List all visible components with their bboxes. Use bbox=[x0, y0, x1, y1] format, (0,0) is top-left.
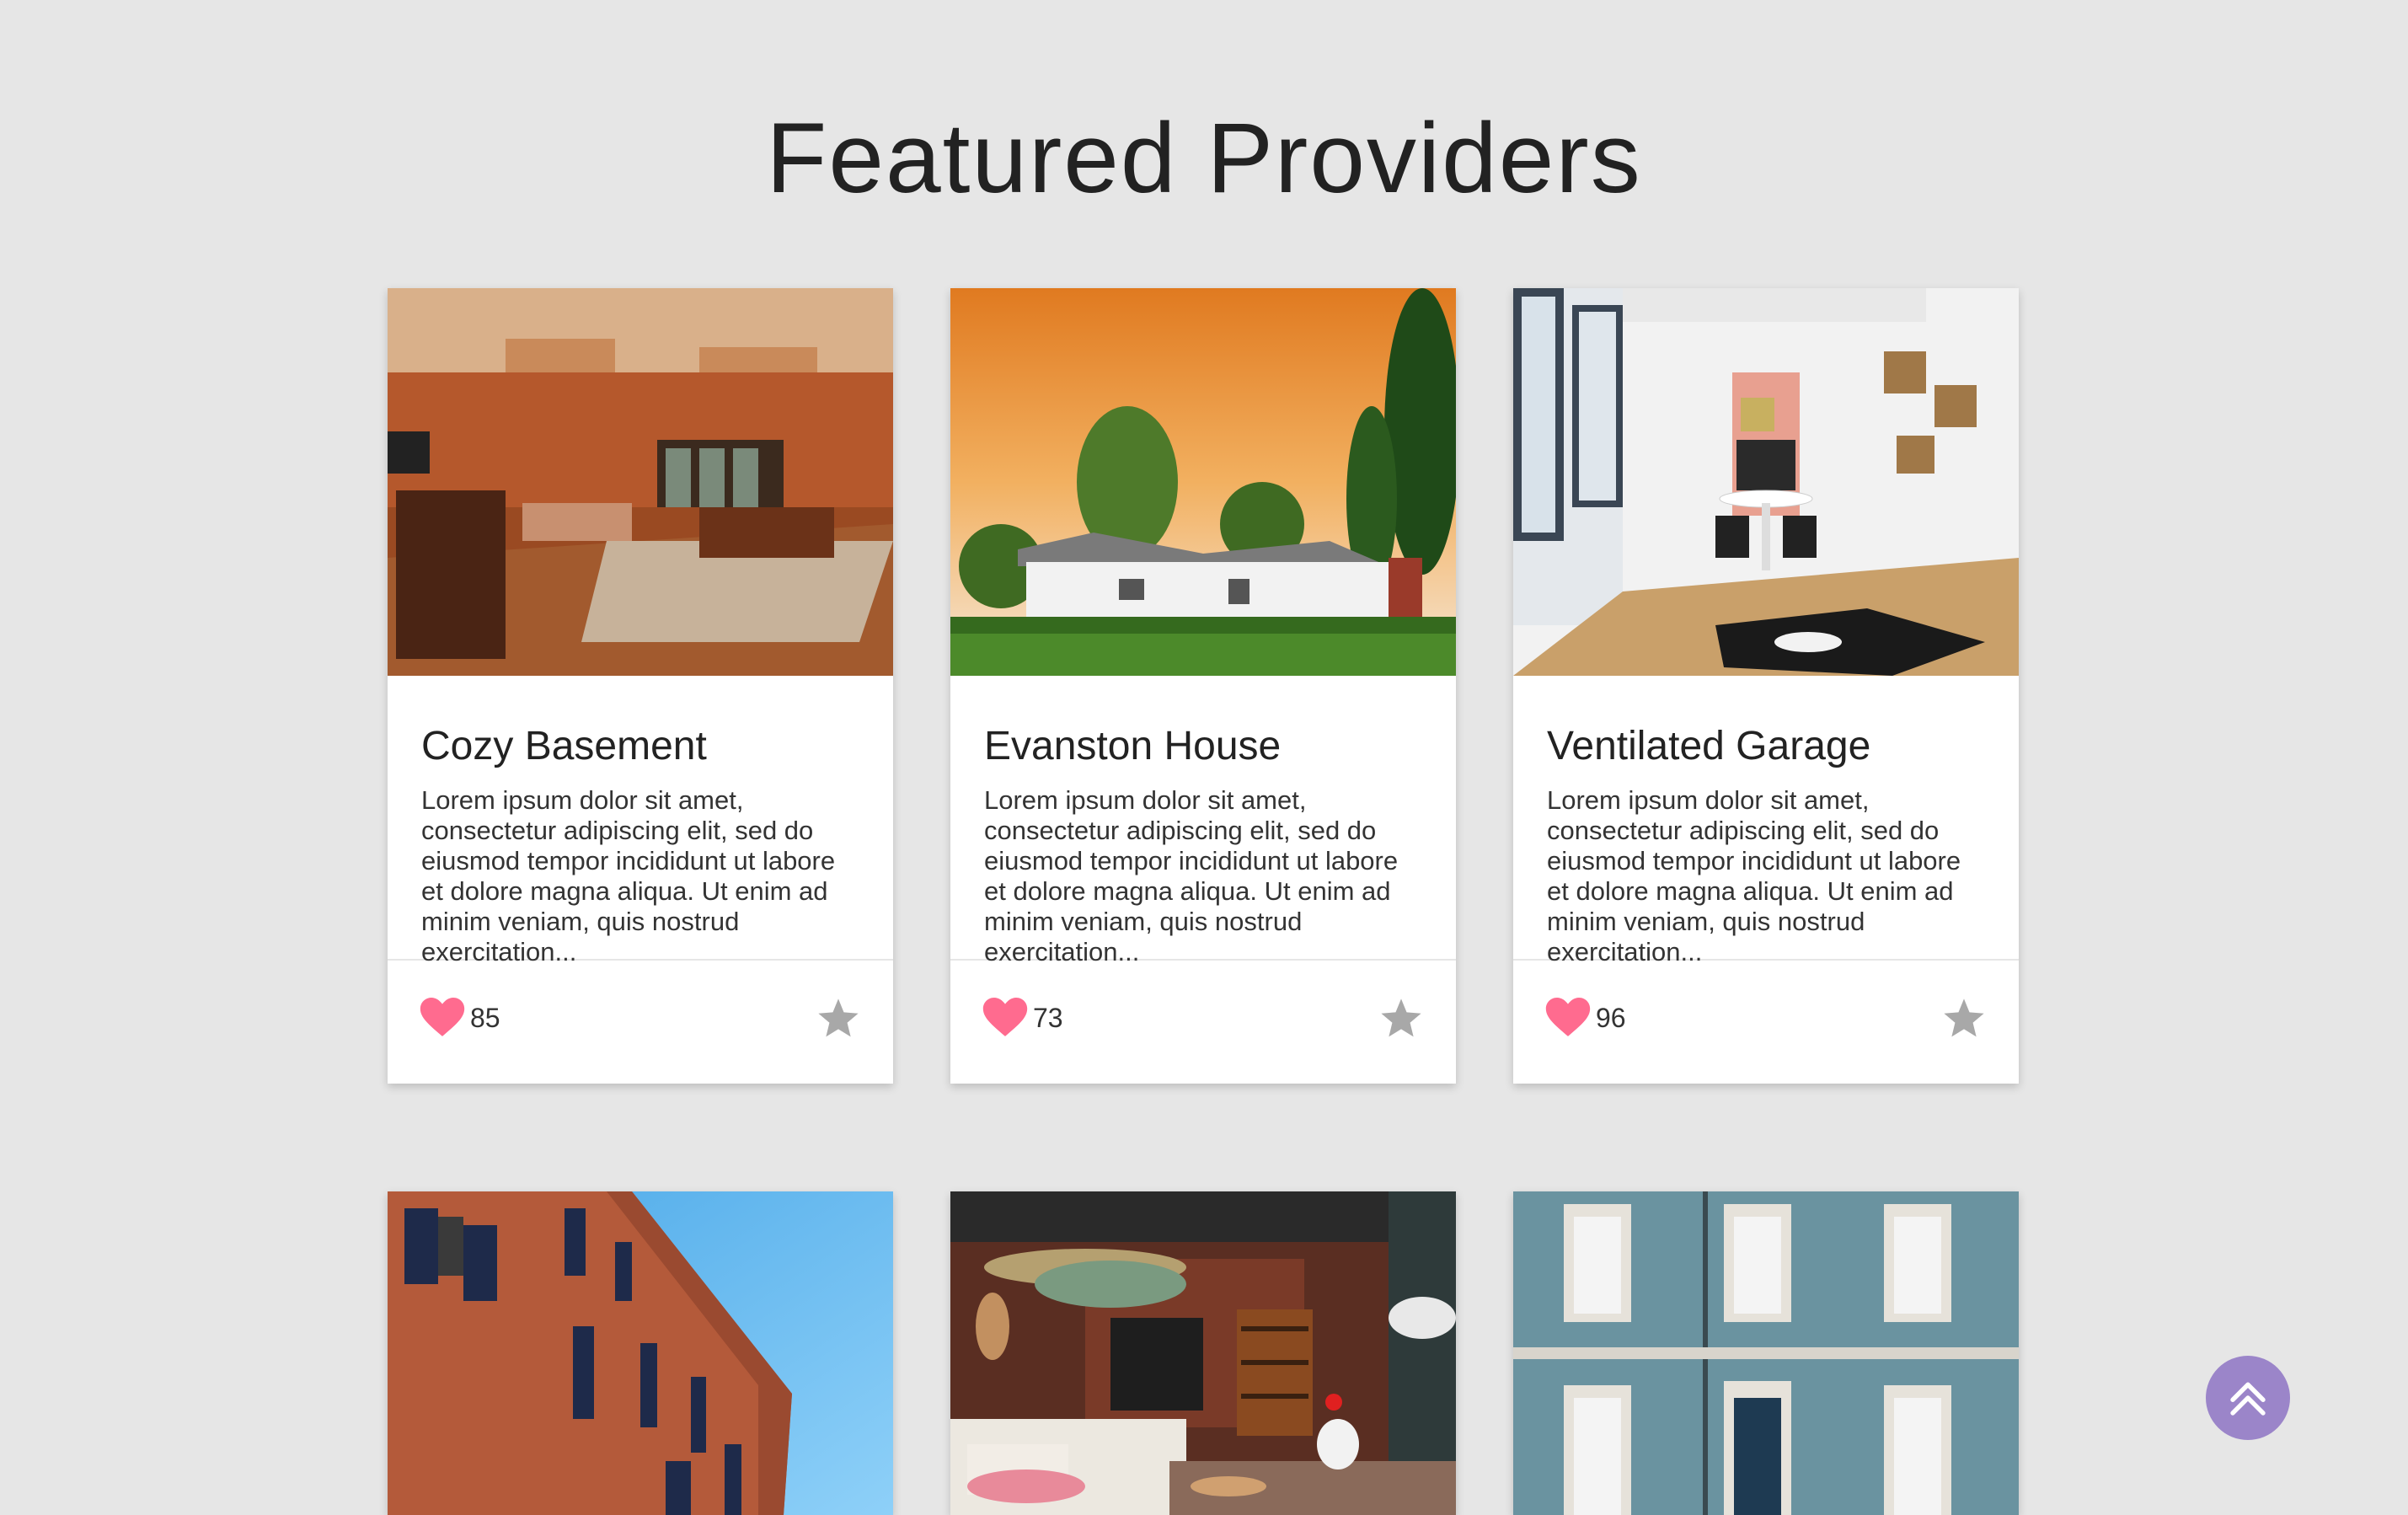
like-button[interactable]: 96 bbox=[1545, 998, 1626, 1038]
provider-card[interactable]: Ventilated Garage Lorem ipsum dolor sit … bbox=[1513, 288, 2019, 1084]
page-title: Featured Providers bbox=[766, 103, 1642, 214]
card-image-basement[interactable] bbox=[388, 288, 893, 676]
card-body: Evanston House Lorem ipsum dolor sit ame… bbox=[950, 676, 1456, 966]
card-image-loft-living-room[interactable] bbox=[950, 1191, 1456, 1515]
card-title: Cozy Basement bbox=[421, 724, 707, 768]
card-footer: 73 bbox=[950, 961, 1456, 1084]
scroll-to-top-button[interactable] bbox=[2206, 1356, 2290, 1440]
card-image-blue-tiled-facade[interactable] bbox=[1513, 1191, 2019, 1515]
page: Featured Providers Cozy Basement Lorem i… bbox=[0, 0, 2408, 1515]
provider-card[interactable]: Cozy Basement Lorem ipsum dolor sit amet… bbox=[388, 288, 893, 1084]
provider-card[interactable] bbox=[950, 1191, 1456, 1515]
card-title: Evanston House bbox=[984, 724, 1282, 768]
provider-card[interactable] bbox=[388, 1191, 893, 1515]
favorite-button[interactable] bbox=[1941, 996, 1987, 1041]
star-icon bbox=[818, 998, 859, 1037]
card-body: Ventilated Garage Lorem ipsum dolor sit … bbox=[1513, 676, 2019, 966]
provider-card[interactable] bbox=[1513, 1191, 2019, 1515]
card-image-terracotta-building[interactable] bbox=[388, 1191, 893, 1515]
like-count: 96 bbox=[1596, 1002, 1626, 1033]
double-chevron-up-icon bbox=[2230, 1382, 2266, 1416]
heart-icon bbox=[420, 998, 465, 1036]
card-body: Cozy Basement Lorem ipsum dolor sit amet… bbox=[388, 676, 893, 966]
star-icon bbox=[1944, 998, 1984, 1037]
like-count: 73 bbox=[1033, 1002, 1063, 1033]
card-image-garage[interactable] bbox=[1513, 288, 2019, 676]
card-description: Lorem ipsum dolor sit amet, consectetur … bbox=[1547, 785, 1961, 966]
card-footer: 96 bbox=[1513, 961, 2019, 1084]
like-button[interactable]: 85 bbox=[420, 998, 500, 1038]
card-footer: 85 bbox=[388, 961, 893, 1084]
star-icon bbox=[1381, 998, 1421, 1037]
card-description: Lorem ipsum dolor sit amet, consectetur … bbox=[421, 785, 836, 966]
card-image-house[interactable] bbox=[950, 288, 1456, 676]
favorite-button[interactable] bbox=[816, 996, 861, 1041]
provider-card[interactable]: Evanston House Lorem ipsum dolor sit ame… bbox=[950, 288, 1456, 1084]
like-button[interactable]: 73 bbox=[982, 998, 1063, 1038]
heart-icon bbox=[1545, 998, 1591, 1036]
favorite-button[interactable] bbox=[1378, 996, 1424, 1041]
card-title: Ventilated Garage bbox=[1547, 724, 1871, 768]
card-description: Lorem ipsum dolor sit amet, consectetur … bbox=[984, 785, 1399, 966]
like-count: 85 bbox=[470, 1002, 500, 1033]
heart-icon bbox=[982, 998, 1028, 1036]
